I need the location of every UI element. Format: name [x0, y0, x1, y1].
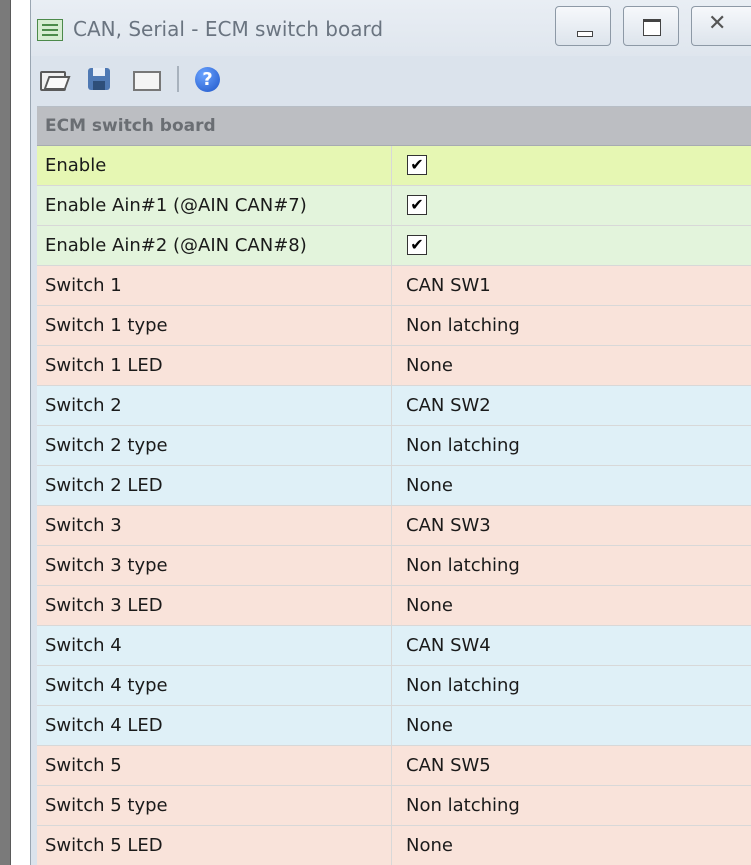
maximize-icon: [643, 19, 661, 36]
save-disk-icon[interactable]: [86, 64, 114, 92]
property-value[interactable]: None: [393, 346, 751, 385]
property-row[interactable]: Switch 5 type Non latching: [37, 786, 751, 826]
property-value[interactable]: CAN SW1: [393, 266, 751, 305]
property-name: Switch 2 type: [37, 426, 392, 465]
property-value[interactable]: CAN SW3: [393, 506, 751, 545]
property-row[interactable]: Switch 4 type Non latching: [37, 666, 751, 706]
property-row[interactable]: Enable ✔: [37, 146, 751, 186]
property-name: Enable: [37, 146, 392, 185]
property-value-cell: ✔: [393, 146, 751, 185]
property-value-cell: ✔: [393, 186, 751, 225]
property-row[interactable]: Switch 1 LED None: [37, 346, 751, 386]
property-value[interactable]: CAN SW2: [393, 386, 751, 425]
property-name: Switch 4 LED: [37, 706, 392, 745]
property-value[interactable]: Non latching: [393, 546, 751, 585]
property-value[interactable]: None: [393, 466, 751, 505]
property-value[interactable]: Non latching: [393, 786, 751, 825]
checkbox[interactable]: ✔: [407, 155, 427, 175]
open-folder-icon[interactable]: [38, 64, 71, 92]
property-name: Switch 4: [37, 626, 392, 665]
property-name: Enable Ain#2 (@AIN CAN#8): [37, 226, 392, 265]
property-name: Switch 1 type: [37, 306, 392, 345]
section-header[interactable]: ECM switch board: [37, 107, 751, 146]
property-name: Switch 5 type: [37, 786, 392, 825]
property-value[interactable]: Non latching: [393, 666, 751, 705]
property-row[interactable]: Switch 4 CAN SW4: [37, 626, 751, 666]
property-value-cell: ✔: [393, 226, 751, 265]
minimize-button[interactable]: [555, 6, 611, 46]
property-name: Switch 4 type: [37, 666, 392, 705]
property-name: Switch 1 LED: [37, 346, 392, 385]
property-row[interactable]: Switch 5 LED None: [37, 826, 751, 865]
property-grid: ECM switch board Enable ✔ Enable Ain#1 (@A…: [37, 106, 751, 865]
property-value[interactable]: CAN SW5: [393, 746, 751, 785]
property-window: CAN, Serial - ECM switch board ✕ ? ECM s…: [30, 0, 751, 865]
background-window-edge: [0, 0, 11, 865]
property-name: Enable Ain#1 (@AIN CAN#7): [37, 186, 392, 225]
property-name: Switch 1: [37, 266, 392, 305]
property-value[interactable]: Non latching: [393, 306, 751, 345]
property-name: Switch 2: [37, 386, 392, 425]
close-button[interactable]: ✕: [691, 6, 751, 46]
close-icon: ✕: [708, 11, 727, 36]
window-title: CAN, Serial - ECM switch board: [73, 17, 384, 41]
property-row[interactable]: Enable Ain#1 (@AIN CAN#7) ✔: [37, 186, 751, 226]
property-value[interactable]: None: [393, 826, 751, 865]
property-row[interactable]: Switch 3 type Non latching: [37, 546, 751, 586]
checkbox[interactable]: ✔: [407, 235, 427, 255]
toolbar: ?: [31, 56, 751, 100]
property-value[interactable]: Non latching: [393, 426, 751, 465]
property-value[interactable]: CAN SW4: [393, 626, 751, 665]
property-value[interactable]: None: [393, 586, 751, 625]
property-row[interactable]: Switch 2 CAN SW2: [37, 386, 751, 426]
window-icon[interactable]: [132, 64, 161, 92]
property-row[interactable]: Enable Ain#2 (@AIN CAN#8) ✔: [37, 226, 751, 266]
property-name: Switch 5 LED: [37, 826, 392, 865]
property-row[interactable]: Switch 1 type Non latching: [37, 306, 751, 346]
property-name: Switch 3: [37, 506, 392, 545]
minimize-icon: [577, 31, 593, 37]
property-value[interactable]: None: [393, 706, 751, 745]
maximize-button[interactable]: [623, 6, 679, 46]
property-name: Switch 5: [37, 746, 392, 785]
app-window-icon: [37, 19, 63, 41]
property-name: Switch 3 type: [37, 546, 392, 585]
property-row[interactable]: Switch 3 CAN SW3: [37, 506, 751, 546]
property-name: Switch 3 LED: [37, 586, 392, 625]
checkbox[interactable]: ✔: [407, 195, 427, 215]
title-bar[interactable]: CAN, Serial - ECM switch board ✕: [31, 0, 751, 56]
property-row[interactable]: Switch 5 CAN SW5: [37, 746, 751, 786]
help-icon[interactable]: ?: [193, 64, 221, 92]
property-row[interactable]: Switch 2 type Non latching: [37, 426, 751, 466]
property-name: Switch 2 LED: [37, 466, 392, 505]
property-row[interactable]: Switch 1 CAN SW1: [37, 266, 751, 306]
property-row[interactable]: Switch 2 LED None: [37, 466, 751, 506]
property-row[interactable]: Switch 3 LED None: [37, 586, 751, 626]
property-row[interactable]: Switch 4 LED None: [37, 706, 751, 746]
toolbar-separator: [177, 66, 179, 92]
